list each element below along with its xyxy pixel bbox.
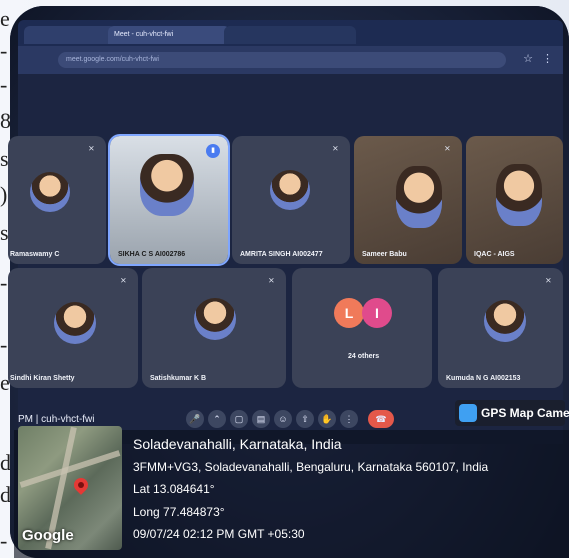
participant-tile[interactable]: ⨯ Sameer Babu: [354, 136, 462, 264]
gps-place: Soladevanahalli, Karnataka, India: [133, 436, 342, 452]
participant-name: AMRITA SINGH AI002477: [240, 251, 323, 258]
mic-off-icon: ⨯: [444, 144, 451, 153]
others-avatar-i: I: [362, 298, 392, 328]
more-options-icon[interactable]: ⋮: [340, 410, 358, 428]
participant-name: Satishkumar K B: [150, 375, 207, 382]
others-count: 24 others: [348, 353, 380, 360]
browser-menu-icon[interactable]: ⋮: [542, 52, 553, 65]
mic-off-icon: ⨯: [332, 144, 339, 153]
meet-grid: ⨯ Ramaswamy C ▮ SIKHA C S AI002786 ⨯ AMR…: [8, 74, 563, 444]
others-tile[interactable]: L I 24 others: [292, 268, 432, 388]
participant-name: Sindhi Kiran Shetty: [10, 375, 75, 382]
participant-tile[interactable]: ⨯ Sindhi Kiran Shetty: [8, 268, 138, 388]
bookmark-star-icon[interactable]: ☆: [523, 52, 533, 65]
browser-tab[interactable]: [24, 26, 116, 44]
avatar: [496, 164, 542, 226]
participant-tile-active[interactable]: ▮ SIKHA C S AI002786: [108, 134, 230, 266]
avatar: [396, 166, 442, 228]
participant-tile[interactable]: IQAC - AIGS: [466, 136, 563, 264]
participant-tile[interactable]: ⨯ AMRITA SINGH AI002477: [232, 136, 350, 264]
browser-tab[interactable]: [224, 26, 356, 44]
avatar: [140, 154, 194, 216]
gps-camera-logo-icon: [459, 404, 477, 422]
google-map-logo: Google: [22, 527, 74, 544]
mic-off-icon: ⨯: [88, 144, 95, 153]
speaking-indicator-icon: ▮: [206, 144, 220, 158]
participant-name: Ramaswamy C: [10, 251, 60, 258]
map-thumbnail: Google: [18, 426, 122, 550]
avatar: [54, 302, 96, 344]
gps-map-camera-badge: GPS Map Camera: [455, 400, 569, 426]
mic-off-icon: ⨯: [545, 276, 552, 285]
gps-longitude: Long 77.484873°: [133, 505, 225, 519]
meeting-id: PM | cuh-vhct-fwi: [18, 414, 95, 425]
browser-tab-bar: Meet - cuh-vhct-fwi: [18, 20, 563, 46]
gps-address: 3FMM+VG3, Soladevanahalli, Bengaluru, Ka…: [133, 460, 489, 474]
avatar: [484, 300, 526, 342]
present-icon[interactable]: ⇧: [296, 410, 314, 428]
mic-toggle-icon[interactable]: 🎤: [186, 410, 204, 428]
avatar: [194, 298, 236, 340]
gps-latitude: Lat 13.084641°: [133, 482, 215, 496]
participant-tile[interactable]: ⨯ Satishkumar K B: [142, 268, 286, 388]
others-avatar-l: L: [334, 298, 364, 328]
participant-name: Kumuda N G AI002153: [446, 375, 521, 382]
camera-toggle-icon[interactable]: ▢: [230, 410, 248, 428]
more-audio-icon[interactable]: ⌃: [208, 410, 226, 428]
emoji-icon[interactable]: ☺: [274, 410, 292, 428]
captions-icon[interactable]: ▤: [252, 410, 270, 428]
participant-name: Sameer Babu: [362, 251, 407, 258]
browser-tab-meet[interactable]: Meet - cuh-vhct-fwi: [108, 26, 230, 44]
participant-tile[interactable]: ⨯ Kumuda N G AI002153: [438, 268, 563, 388]
gps-timestamp: 09/07/24 02:12 PM GMT +05:30: [133, 527, 305, 541]
gps-app-name: GPS Map Camera: [481, 406, 569, 420]
avatar: [30, 172, 70, 212]
mic-off-icon: ⨯: [268, 276, 275, 285]
location-pin-icon: [71, 475, 91, 495]
raise-hand-icon[interactable]: ✋: [318, 410, 336, 428]
url-field[interactable]: meet.google.com/cuh-vhct-fwi: [58, 52, 506, 68]
participant-name: IQAC - AIGS: [474, 251, 515, 258]
participant-tile[interactable]: ⨯ Ramaswamy C: [8, 136, 106, 264]
end-call-button[interactable]: ☎: [368, 410, 394, 428]
avatar: [270, 170, 310, 210]
mic-off-icon: ⨯: [120, 276, 127, 285]
participant-name: SIKHA C S AI002786: [118, 251, 186, 258]
address-bar: meet.google.com/cuh-vhct-fwi ☆ ⋮: [18, 46, 563, 74]
